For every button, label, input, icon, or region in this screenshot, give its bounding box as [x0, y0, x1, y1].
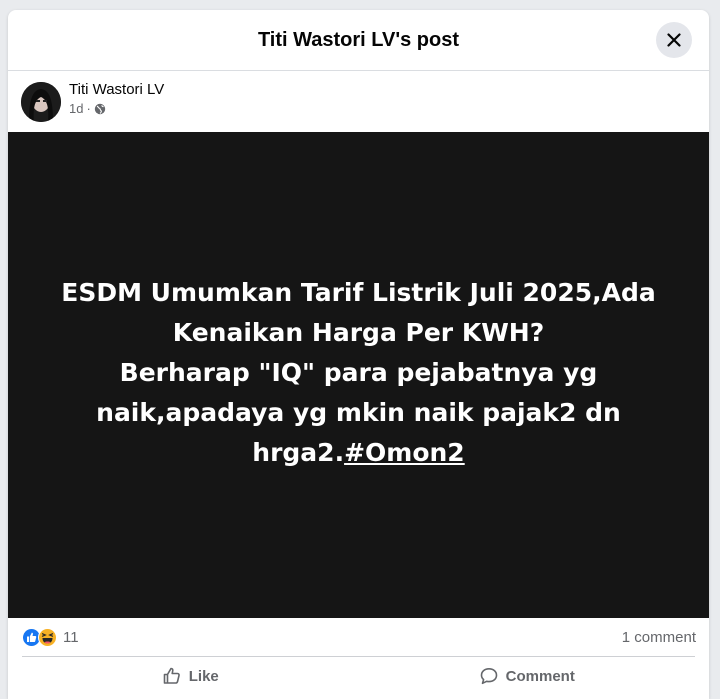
close-button[interactable] [656, 22, 692, 58]
comment-label: Comment [505, 667, 575, 685]
like-label: Like [188, 667, 219, 685]
reactions-summary[interactable]: 11 [8, 627, 79, 647]
meta-separator: · [86, 100, 91, 116]
comment-count-link[interactable]: 1 comment [622, 629, 709, 646]
thumbs-up-icon [163, 667, 180, 684]
post-line: naik,apadaya yg mkin naik pajak2 dn [96, 398, 621, 427]
post-line: Kenaikan Harga Per KWH? [172, 318, 545, 347]
comment-bubble-icon [480, 668, 497, 685]
like-button[interactable]: Like [22, 658, 359, 694]
post-timestamp[interactable]: 1d [69, 101, 83, 117]
author-info: Titi Wastori LV 1d · [69, 81, 164, 117]
hashtag-link[interactable]: #Omon2 [344, 438, 465, 467]
comment-button[interactable]: Comment [359, 658, 696, 694]
reaction-count: 11 [63, 628, 79, 646]
modal-header: Titi Wastori LV's post [8, 10, 709, 71]
post-modal: Titi Wastori LV's post Titi Wastori LV 1… [8, 10, 709, 699]
modal-title: Titi Wastori LV's post [257, 28, 460, 51]
post-text: ESDM Umumkan Tarif Listrik Juli 2025,Ada… [39, 273, 679, 473]
post-text-card[interactable]: ESDM Umumkan Tarif Listrik Juli 2025,Ada… [8, 132, 709, 618]
reaction-icons [22, 627, 57, 647]
post-line: ESDM Umumkan Tarif Listrik Juli 2025,Ada [61, 278, 656, 307]
post-actions: Like Comment [22, 658, 695, 694]
post-author-row: Titi Wastori LV 1d · [8, 71, 709, 132]
avatar[interactable] [21, 81, 61, 122]
author-name[interactable]: Titi Wastori LV [69, 81, 164, 99]
post-stats: 11 1 comment [8, 618, 709, 656]
post-line: Berharap "IQ" para pejabatnya yg [119, 358, 598, 387]
haha-icon [38, 627, 57, 647]
globe-icon [94, 103, 106, 114]
post-line: hrga2. [252, 438, 345, 467]
actions-divider [22, 656, 695, 657]
close-icon [667, 33, 681, 47]
post-meta: 1d · [69, 101, 164, 117]
